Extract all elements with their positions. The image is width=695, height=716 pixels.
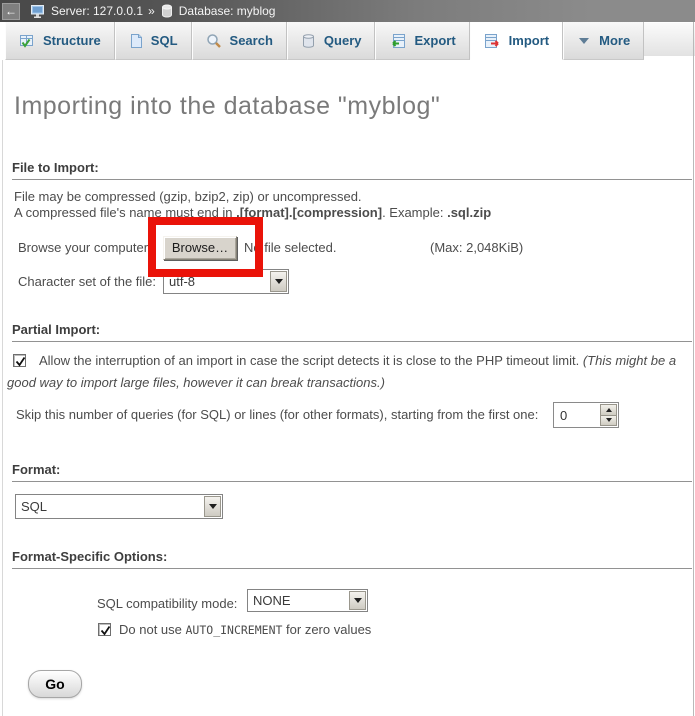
sql-compatibility-value: NONE xyxy=(248,593,348,608)
section-heading-format: Format: xyxy=(12,462,692,482)
chevron-down-icon xyxy=(577,36,591,46)
tab-structure[interactable]: Structure xyxy=(5,22,115,60)
tab-structure-label: Structure xyxy=(43,33,101,48)
auto-increment-row: Do not use AUTO_INCREMENT for zero value… xyxy=(98,622,371,637)
tab-export[interactable]: Export xyxy=(375,22,469,60)
breadcrumb-separator: » xyxy=(148,4,155,18)
database-icon xyxy=(160,3,174,19)
page-title: Importing into the database "myblog" xyxy=(14,92,440,121)
search-icon xyxy=(206,33,222,49)
charset-select-value: utf-8 xyxy=(164,274,269,289)
skip-queries-input[interactable]: 0 xyxy=(553,402,619,428)
go-button[interactable]: Go xyxy=(28,670,82,698)
browse-button[interactable]: Browse… xyxy=(163,236,237,260)
server-icon xyxy=(30,3,46,19)
sql-compatibility-select[interactable]: NONE xyxy=(247,589,368,612)
tab-search-label: Search xyxy=(230,33,273,48)
back-arrow-button[interactable]: ← xyxy=(2,3,20,20)
query-icon xyxy=(301,33,316,49)
spinner-up-button[interactable] xyxy=(600,404,617,415)
import-icon xyxy=(484,33,501,49)
auto-increment-label-suffix: for zero values xyxy=(282,622,371,637)
breadcrumb-database[interactable]: Database: myblog xyxy=(179,4,276,18)
browse-computer-label: Browse your computer: xyxy=(18,240,152,255)
auto-increment-label-prefix: Do not use xyxy=(119,622,186,637)
sql-compatibility-label: SQL compatibility mode: xyxy=(97,596,237,611)
page-right-border xyxy=(693,22,694,716)
compression-info-line1: File may be compressed (gzip, bzip2, zip… xyxy=(14,189,362,204)
tab-query-label: Query xyxy=(324,33,362,48)
charset-select-arrow-icon[interactable] xyxy=(270,271,287,292)
auto-increment-checkbox[interactable] xyxy=(98,623,111,636)
tab-bar: Structure SQL Search Query Export xyxy=(0,22,695,60)
section-heading-file-to-import: File to Import: xyxy=(12,160,692,180)
export-icon xyxy=(389,33,406,49)
allow-interruption-row: Allow the interruption of an import in c… xyxy=(7,350,691,394)
sql-icon xyxy=(129,33,143,49)
skip-queries-label: Skip this number of queries (for SQL) or… xyxy=(16,407,538,422)
compression-info-line2: A compressed file's name must end in .[f… xyxy=(14,205,491,220)
format-select-arrow-icon[interactable] xyxy=(204,496,221,517)
allow-interruption-checkbox[interactable] xyxy=(13,354,26,367)
spinner-down-button[interactable] xyxy=(600,415,617,427)
max-upload-size-text: (Max: 2,048KiB) xyxy=(430,240,523,255)
format-select-value: SQL xyxy=(16,499,203,514)
tab-more[interactable]: More xyxy=(563,22,644,60)
format-select[interactable]: SQL xyxy=(15,494,223,519)
section-heading-format-options: Format-Specific Options: xyxy=(12,549,692,569)
tab-sql-label: SQL xyxy=(151,33,178,48)
auto-increment-code: AUTO_INCREMENT xyxy=(186,623,283,637)
breadcrumb-bar: ← Server: 127.0.0.1 » Database: myblog xyxy=(0,0,695,22)
tab-sql[interactable]: SQL xyxy=(115,22,192,60)
charset-label: Character set of the file: xyxy=(18,274,156,289)
breadcrumb-server[interactable]: Server: 127.0.0.1 xyxy=(51,4,143,18)
charset-select[interactable]: utf-8 xyxy=(163,269,289,294)
tab-more-label: More xyxy=(599,33,630,48)
allow-interruption-label: Allow the interruption of an import in c… xyxy=(39,353,583,368)
section-heading-partial-import: Partial Import: xyxy=(12,322,692,342)
tab-import-label: Import xyxy=(509,33,549,48)
tab-query[interactable]: Query xyxy=(287,22,376,60)
tab-export-label: Export xyxy=(414,33,455,48)
tab-import[interactable]: Import xyxy=(470,22,563,60)
skip-queries-value: 0 xyxy=(554,403,599,427)
tab-search[interactable]: Search xyxy=(192,22,287,60)
sql-compatibility-arrow-icon[interactable] xyxy=(349,591,366,610)
structure-icon xyxy=(19,33,35,49)
no-file-selected-text: No file selected. xyxy=(244,240,337,255)
page-left-border xyxy=(2,60,3,716)
